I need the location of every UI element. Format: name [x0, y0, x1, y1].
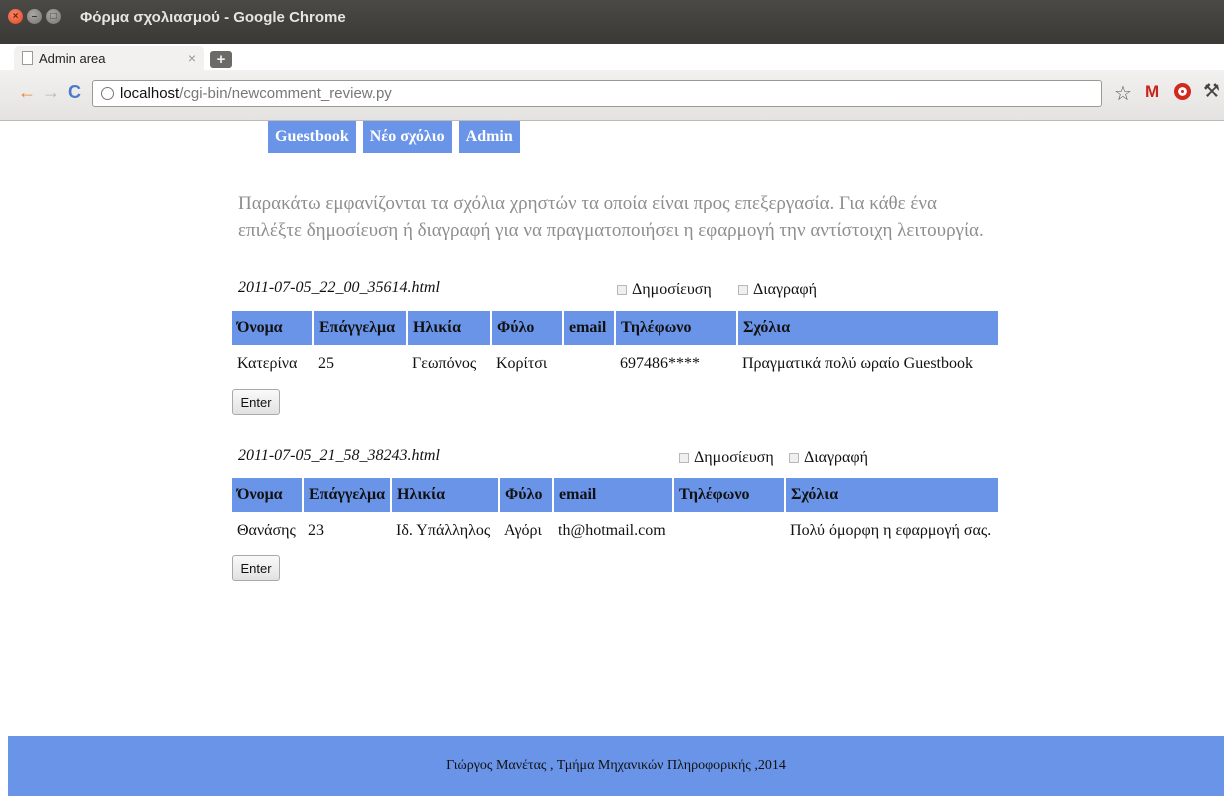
- delete-checkbox[interactable]: Διαγραφή: [738, 281, 817, 299]
- tab-close-icon[interactable]: ×: [188, 50, 196, 66]
- publish-label: Δημοσίευση: [632, 281, 712, 298]
- back-arrow-icon[interactable]: ←: [18, 82, 36, 102]
- col-header: Σχόλια: [737, 311, 998, 345]
- col-header: Όνομα: [232, 311, 314, 345]
- publish-checkbox[interactable]: Δημοσίευση: [617, 281, 712, 299]
- enter-button[interactable]: Enter: [232, 389, 280, 415]
- cell-profession: 23: [308, 522, 324, 539]
- col-header: Φύλο: [491, 311, 564, 345]
- col-header: Ηλικία: [407, 311, 492, 345]
- cell-email: th@hotmail.com: [558, 522, 666, 539]
- col-header: Φύλο: [499, 478, 555, 512]
- nav-link-admin[interactable]: Admin: [458, 121, 520, 153]
- window-maximize-icon[interactable]: □: [46, 9, 61, 24]
- checkbox-box[interactable]: [738, 285, 748, 295]
- comment-table: Όνομα Επάγγελμα Ηλικία Φύλο email Τηλέφω…: [232, 478, 998, 550]
- window-close-icon[interactable]: ×: [8, 9, 23, 24]
- col-header: email: [553, 478, 675, 512]
- reload-icon[interactable]: C: [68, 82, 81, 102]
- table-row: Κατερίνα 25 Γεωπόνος Κορίτσι 697486**** …: [232, 345, 998, 383]
- col-header: email: [563, 311, 616, 345]
- publish-checkbox[interactable]: Δημοσίευση: [679, 449, 774, 467]
- browser-tab[interactable]: Admin area ×: [14, 46, 204, 70]
- delete-label: Διαγραφή: [753, 281, 818, 298]
- table-header-row: Όνομα Επάγγελμα Ηλικία Φύλο email Τηλέφω…: [232, 478, 998, 512]
- cell-age: Ιδ. Υπάλληλος: [396, 522, 491, 539]
- nav-link-new-comment[interactable]: Νέο σχόλιο: [362, 121, 452, 153]
- enter-button[interactable]: Enter: [232, 555, 280, 581]
- tab-label: Admin area: [39, 50, 106, 66]
- url-host: localhost: [120, 85, 180, 102]
- cell-comment: Πολύ όμορφη η εφαρμογή σας.: [790, 522, 992, 539]
- gmail-icon[interactable]: M: [1145, 82, 1159, 102]
- publish-label: Δημοσίευση: [694, 449, 774, 466]
- globe-icon: [101, 87, 114, 100]
- comment-table: Όνομα Επάγγελμα Ηλικία Φύλο email Τηλέφω…: [232, 311, 998, 383]
- new-tab-button[interactable]: +: [210, 51, 232, 68]
- col-header: Επάγγελμα: [303, 478, 393, 512]
- page-icon: [22, 51, 33, 65]
- cell-age: Γεωπόνος: [412, 355, 477, 372]
- forward-arrow-icon[interactable]: →: [42, 82, 60, 102]
- footer-text: Γιώργος Μανέτας , Τμήμα Μηχανικών Πληροφ…: [446, 758, 786, 773]
- site-nav: Guestbook Νέο σχόλιο Admin: [268, 121, 520, 153]
- cell-name: Θανάσης: [237, 522, 296, 539]
- bookmark-star-icon[interactable]: ☆: [1114, 81, 1132, 106]
- col-header: Τηλέφωνο: [673, 478, 787, 512]
- table-row: Θανάσης 23 Ιδ. Υπάλληλος Αγόρι th@hotmai…: [232, 512, 998, 550]
- window-controls: × – □: [8, 9, 61, 24]
- cell-phone: [673, 512, 785, 550]
- table-header-row: Όνομα Επάγγελμα Ηλικία Φύλο email Τηλέφω…: [232, 311, 998, 345]
- cell-profession: 25: [318, 355, 334, 372]
- intro-text: Παρακάτω εμφανίζονται τα σχόλια χρηστών …: [238, 193, 984, 241]
- checkbox-box[interactable]: [789, 453, 799, 463]
- comment-filename: 2011-07-05_21_58_38243.html: [238, 447, 440, 464]
- cell-comment: Πραγματικά πολύ ωραίο Guestbook: [742, 355, 973, 372]
- url-path: /cgi-bin/newcomment_review.py: [179, 85, 392, 102]
- address-bar[interactable]: localhost/cgi-bin/newcomment_review.py: [92, 80, 1102, 107]
- col-header: Όνομα: [232, 478, 304, 512]
- checkbox-box[interactable]: [617, 285, 627, 295]
- window-minimize-icon[interactable]: –: [27, 9, 42, 24]
- wrench-icon[interactable]: ⚒: [1203, 80, 1220, 103]
- delete-checkbox[interactable]: Διαγραφή: [789, 449, 868, 467]
- cell-name: Κατερίνα: [237, 355, 298, 372]
- nav-link-guestbook[interactable]: Guestbook: [268, 121, 356, 153]
- opera-icon[interactable]: [1174, 83, 1191, 100]
- col-header: Τηλέφωνο: [615, 311, 738, 345]
- delete-label: Διαγραφή: [804, 449, 869, 466]
- col-header: Επάγγελμα: [313, 311, 408, 345]
- col-header: Ηλικία: [391, 478, 501, 512]
- window-title: Φόρμα σχολιασμού - Google Chrome: [80, 9, 346, 26]
- cell-email: [563, 345, 615, 383]
- window-titlebar: × – □ Φόρμα σχολιασμού - Google Chrome: [0, 0, 1224, 44]
- cell-gender: Αγόρι: [504, 522, 542, 539]
- col-header: Σχόλια: [785, 478, 998, 512]
- cell-gender: Κορίτσι: [496, 355, 548, 372]
- cell-phone: 697486****: [620, 355, 700, 372]
- comment-filename: 2011-07-05_22_00_35614.html: [238, 279, 440, 296]
- page-footer: Γιώργος Μανέτας , Τμήμα Μηχανικών Πληροφ…: [8, 736, 1224, 796]
- checkbox-box[interactable]: [679, 453, 689, 463]
